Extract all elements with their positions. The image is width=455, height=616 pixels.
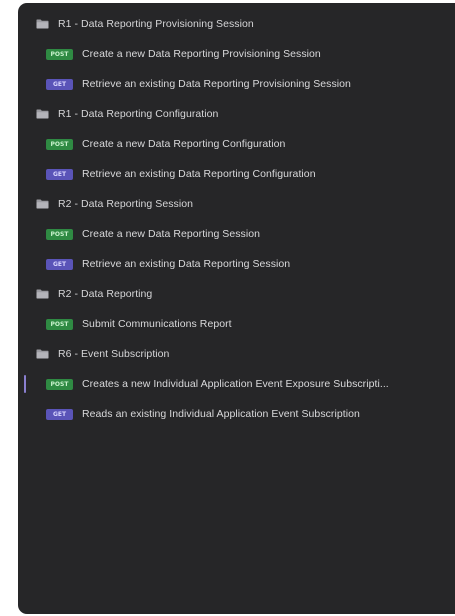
- folder-icon: [36, 349, 49, 359]
- folder-label: R1 - Data Reporting Provisioning Session: [58, 18, 254, 30]
- request-label: Create a new Data Reporting Provisioning…: [82, 48, 321, 60]
- request-create-event-exposure-subscription[interactable]: POST Creates a new Individual Applicatio…: [18, 369, 455, 399]
- request-retrieve-data-reporting-session[interactable]: GET Retrieve an existing Data Reporting …: [18, 249, 455, 279]
- request-label: Reads an existing Individual Application…: [82, 408, 360, 420]
- folder-icon: [36, 109, 49, 119]
- get-method-badge: GET: [46, 408, 73, 420]
- get-method-badge: GET: [46, 78, 73, 90]
- post-method-badge: POST: [46, 318, 73, 330]
- collection-tree: R1 - Data Reporting Provisioning Session…: [18, 3, 455, 429]
- post-method-badge: POST: [46, 378, 73, 390]
- folder-r1-data-reporting-configuration[interactable]: R1 - Data Reporting Configuration: [18, 99, 455, 129]
- folder-r2-data-reporting[interactable]: R2 - Data Reporting: [18, 279, 455, 309]
- folder-label: R2 - Data Reporting Session: [58, 198, 193, 210]
- folder-icon: [36, 199, 49, 209]
- request-retrieve-data-reporting-configuration[interactable]: GET Retrieve an existing Data Reporting …: [18, 159, 455, 189]
- folder-icon: [36, 289, 49, 299]
- folder-r2-data-reporting-session[interactable]: R2 - Data Reporting Session: [18, 189, 455, 219]
- post-method-badge: POST: [46, 228, 73, 240]
- folder-r1-data-reporting-provisioning-session[interactable]: R1 - Data Reporting Provisioning Session: [18, 9, 455, 39]
- request-label: Create a new Data Reporting Session: [82, 228, 261, 240]
- folder-icon: [36, 19, 49, 29]
- request-label: Retrieve an existing Data Reporting Conf…: [82, 168, 316, 180]
- folder-label: R2 - Data Reporting: [58, 288, 153, 300]
- request-create-data-reporting-configuration[interactable]: POST Create a new Data Reporting Configu…: [18, 129, 455, 159]
- get-method-badge: GET: [46, 168, 73, 180]
- folder-label: R1 - Data Reporting Configuration: [58, 108, 219, 120]
- post-method-badge: POST: [46, 138, 73, 150]
- request-label: Create a new Data Reporting Configuratio…: [82, 138, 286, 150]
- folder-r6-event-subscription[interactable]: R6 - Event Subscription: [18, 339, 455, 369]
- request-label: Retrieve an existing Data Reporting Sess…: [82, 258, 291, 270]
- folder-label: R6 - Event Subscription: [58, 348, 170, 360]
- request-label: Retrieve an existing Data Reporting Prov…: [82, 78, 351, 90]
- request-read-event-subscription[interactable]: GET Reads an existing Individual Applica…: [18, 399, 455, 429]
- request-retrieve-data-reporting-provisioning-session[interactable]: GET Retrieve an existing Data Reporting …: [18, 69, 455, 99]
- request-create-data-reporting-session[interactable]: POST Create a new Data Reporting Session: [18, 219, 455, 249]
- request-create-data-reporting-provisioning-session[interactable]: POST Create a new Data Reporting Provisi…: [18, 39, 455, 69]
- collection-sidebar: R1 - Data Reporting Provisioning Session…: [18, 3, 455, 614]
- request-label: Submit Communications Report: [82, 318, 232, 330]
- request-label: Creates a new Individual Application Eve…: [82, 378, 389, 390]
- request-submit-communications-report[interactable]: POST Submit Communications Report: [18, 309, 455, 339]
- get-method-badge: GET: [46, 258, 73, 270]
- post-method-badge: POST: [46, 48, 73, 60]
